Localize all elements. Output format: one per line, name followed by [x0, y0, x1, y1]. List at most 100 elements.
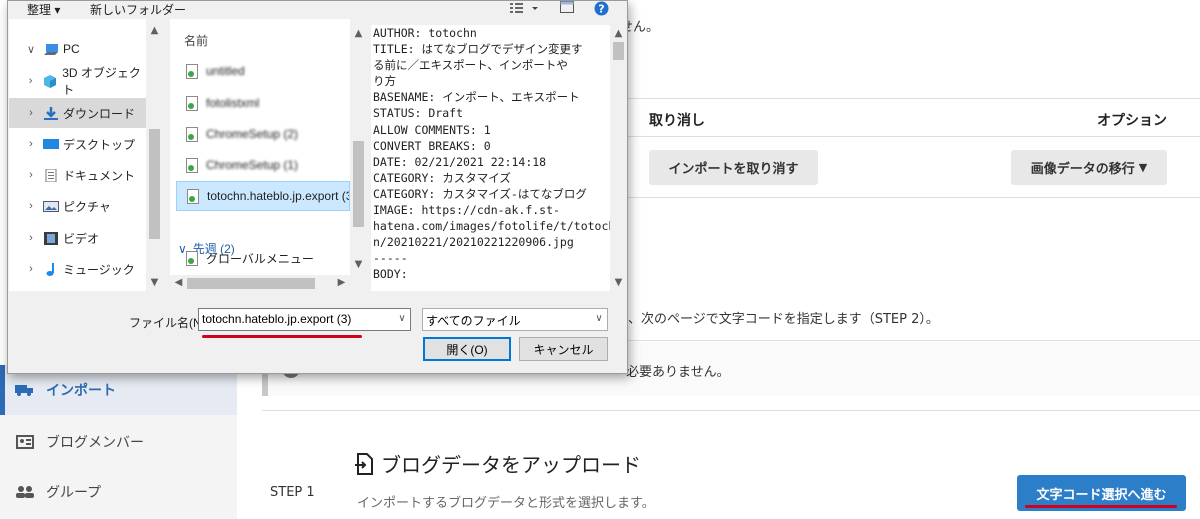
file-icon: [186, 126, 198, 142]
nav-item-pc[interactable]: ∨ PC: [9, 34, 147, 64]
sidebar-item-blog-members[interactable]: ブログメンバー: [0, 417, 237, 467]
annotation-underline: [1025, 505, 1177, 508]
file-item[interactable]: fotolistxml: [176, 88, 350, 118]
chevron-right-icon[interactable]: ›: [25, 138, 37, 150]
file-name: ChromeSetup (1): [206, 158, 299, 172]
nav-item-pictures[interactable]: › ピクチャ: [9, 191, 147, 221]
preview-pane: AUTHOR: totochn TITLE: はてなブログでデザイン変更す る前…: [371, 25, 611, 291]
group-icon: [14, 484, 36, 500]
cube-icon: [42, 74, 58, 88]
cancel-import-button[interactable]: インポートを取り消す: [649, 150, 818, 185]
open-button[interactable]: 開く(O): [423, 337, 511, 361]
sidebar-item-groups[interactable]: グループ: [0, 467, 237, 517]
divider: [262, 410, 1200, 411]
migrate-images-button[interactable]: 画像データの移行 ▼: [1011, 150, 1167, 185]
nav-item-music[interactable]: › ミュージック: [9, 254, 147, 284]
sidebar-item-label: インポート: [46, 383, 116, 399]
dialog-toolbar: 整理 ▾ 新しいフォルダー ?: [8, 1, 627, 19]
step2-note: 、次のページで文字コードを指定します（STEP 2）。: [628, 312, 939, 327]
name-column-header[interactable]: 名前: [184, 32, 208, 49]
nav-item-label: PC: [63, 42, 80, 56]
truck-icon: [14, 382, 36, 398]
member-card-icon: [14, 434, 36, 450]
file-import-icon: [355, 452, 375, 475]
chevron-down-icon: ∨: [595, 313, 603, 324]
scrollbar-thumb[interactable]: [353, 141, 364, 227]
new-folder-button[interactable]: 新しいフォルダー: [90, 1, 186, 18]
picture-icon: [43, 200, 59, 213]
chevron-right-icon[interactable]: ›: [25, 200, 37, 212]
file-item-selected[interactable]: totochn.hateblo.jp.export (3: [176, 181, 350, 211]
navigation-scrollbar[interactable]: ▲ ▼: [146, 19, 163, 291]
preview-pane-icon[interactable]: [560, 1, 574, 16]
filename-value: totochn.hateblo.jp.export (3): [202, 312, 352, 326]
scroll-up-arrow[interactable]: ▲: [610, 28, 627, 39]
nav-item-3d-objects[interactable]: › 3D オブジェクト: [9, 66, 147, 97]
nav-item-label: 3D オブジェクト: [62, 66, 141, 97]
music-icon: [43, 262, 59, 276]
file-name: ChromeSetup (2): [206, 127, 299, 141]
scrollbar-thumb[interactable]: [613, 42, 624, 60]
file-item[interactable]: ChromeSetup (2): [176, 119, 350, 149]
nav-item-label: ピクチャ: [63, 199, 111, 214]
scroll-left-arrow[interactable]: ◀: [170, 277, 187, 288]
nav-item-label: ドキュメント: [63, 168, 136, 183]
scrollbar-thumb[interactable]: [187, 278, 315, 289]
chevron-right-icon[interactable]: ›: [25, 107, 37, 119]
divider: [628, 340, 1200, 341]
chevron-down-icon[interactable]: ∨: [25, 43, 37, 56]
cancel-button[interactable]: キャンセル: [519, 337, 608, 361]
sidebar-item-label: ブログメンバー: [46, 435, 144, 451]
file-name: グローバルメニュー: [206, 251, 314, 266]
file-item[interactable]: グローバルメニュー: [176, 243, 350, 273]
chevron-down-icon: ▼: [1138, 161, 1148, 174]
chevron-down-icon[interactable]: ∨: [394, 309, 410, 330]
view-options-icon[interactable]: [510, 2, 540, 17]
help-icon[interactable]: ?: [594, 1, 609, 19]
migrate-images-label: 画像データの移行: [1030, 162, 1135, 177]
file-type-select[interactable]: すべてのファイル ∨: [422, 308, 608, 331]
scroll-down-arrow[interactable]: ▼: [146, 277, 163, 288]
step-label: STEP 1: [270, 485, 315, 500]
nav-item-videos[interactable]: › ビデオ: [9, 223, 147, 253]
filename-label: ファイル名(N):: [129, 316, 209, 330]
file-type-value: すべてのファイル: [426, 314, 521, 328]
file-name: totochn.hateblo.jp.export (3: [207, 189, 350, 203]
divider: [628, 136, 1200, 137]
file-item[interactable]: ChromeSetup (1): [176, 150, 350, 180]
sidebar-item-label: グループ: [46, 485, 102, 501]
scroll-down-arrow[interactable]: ▼: [350, 259, 367, 270]
chevron-right-icon[interactable]: ›: [25, 263, 37, 275]
upload-description: インポートするブログデータと形式を選択します。: [357, 496, 655, 511]
scroll-right-arrow[interactable]: ▶: [333, 277, 350, 288]
scroll-down-arrow[interactable]: ▼: [610, 277, 627, 288]
column-header-options: オプション: [1097, 113, 1167, 129]
filename-input[interactable]: totochn.hateblo.jp.export (3) ∨: [198, 308, 411, 331]
file-name: untitled: [206, 64, 245, 78]
chevron-right-icon[interactable]: ›: [25, 232, 37, 244]
video-icon: [43, 231, 59, 245]
file-icon: [186, 250, 198, 266]
file-open-dialog: 整理 ▾ 新しいフォルダー ? ∨ PC › 3D オブジェクト › ダウンロー…: [7, 0, 628, 374]
desktop-icon: [43, 138, 59, 151]
divider: [628, 197, 1200, 198]
file-list-hscrollbar[interactable]: ◀ ▶: [170, 275, 350, 292]
upload-title-text: ブログデータをアップロード: [381, 453, 641, 477]
nav-item-label: ビデオ: [63, 231, 100, 246]
preview-scrollbar[interactable]: ▲ ▼: [610, 25, 627, 291]
file-item[interactable]: untitled: [176, 56, 350, 86]
chevron-right-icon[interactable]: ›: [25, 169, 37, 181]
chevron-right-icon[interactable]: ›: [25, 75, 36, 87]
file-icon: [186, 157, 198, 173]
scroll-up-arrow[interactable]: ▲: [350, 28, 367, 39]
scroll-up-arrow[interactable]: ▲: [146, 25, 163, 36]
nav-item-downloads[interactable]: › ダウンロード: [9, 98, 147, 128]
nav-item-documents[interactable]: › ドキュメント: [9, 160, 147, 190]
nav-item-desktop[interactable]: › デスクトップ: [9, 129, 147, 159]
organize-menu[interactable]: 整理 ▾: [27, 1, 60, 18]
file-name: fotolistxml: [206, 96, 260, 110]
scrollbar-thumb[interactable]: [149, 129, 160, 239]
download-icon: [43, 106, 59, 120]
svg-text:?: ?: [598, 3, 604, 16]
file-list-scrollbar[interactable]: ▲ ▼: [350, 19, 367, 275]
